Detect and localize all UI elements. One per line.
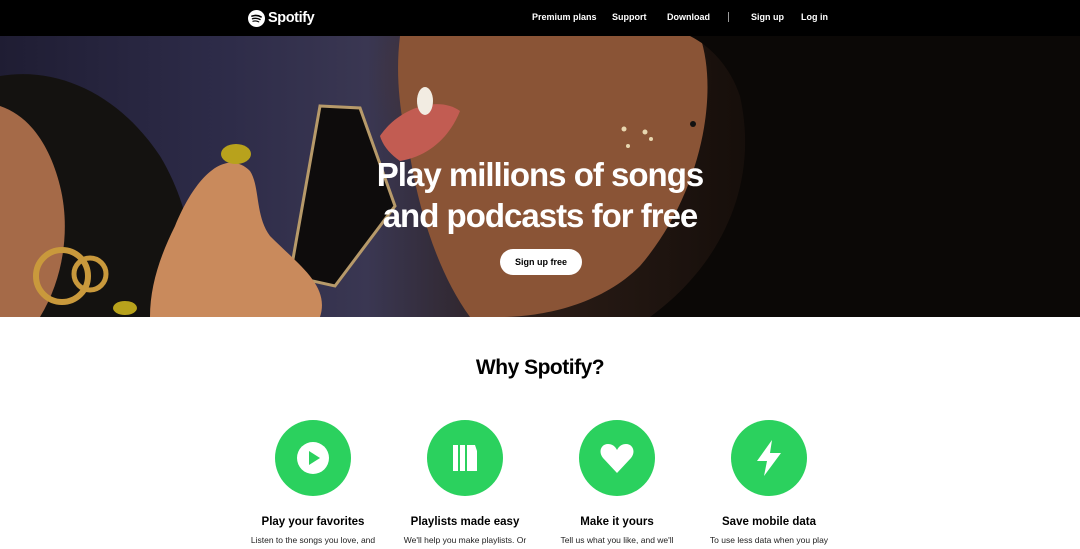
top-nav: Spotify Premium plans Support Download S… (0, 0, 1080, 36)
nav-link-premium-plans[interactable]: Premium plans (532, 12, 597, 22)
why-spotify-heading: Why Spotify? (475, 356, 605, 379)
feature-title: Make it yours (580, 516, 654, 528)
nav-divider (728, 12, 729, 22)
feature-description: Tell us what you like, and we'll (560, 535, 674, 545)
feature-play-favorites: Play your favorites Listen to the songs … (238, 420, 388, 545)
spotify-logo[interactable]: Spotify (248, 9, 315, 27)
feature-description: Listen to the songs you love, and (250, 535, 376, 545)
brand-name: Spotify (268, 10, 315, 26)
nav-link-log-in[interactable]: Log in (801, 12, 828, 22)
feature-description: To use less data when you play (709, 535, 829, 545)
feature-title: Play your favorites (261, 516, 365, 528)
hero-title-line-2: and podcasts for free (382, 197, 699, 234)
hero-title-line-1: Play millions of songs (376, 156, 704, 193)
feature-save-data: Save mobile data To use less data when y… (694, 420, 844, 545)
feature-make-it-yours: Make it yours Tell us what you like, and… (542, 420, 692, 545)
nav-link-support[interactable]: Support (612, 12, 647, 22)
feature-title: Save mobile data (722, 516, 816, 528)
nav-link-sign-up[interactable]: Sign up (751, 12, 784, 22)
sign-up-free-button[interactable]: Sign up free (500, 249, 582, 275)
nav-link-download[interactable]: Download (667, 12, 710, 22)
heart-icon (579, 420, 655, 496)
spotify-logo-icon (248, 9, 265, 27)
library-icon (427, 420, 503, 496)
feature-description: We'll help you make playlists. Or (403, 535, 527, 545)
hero-banner: Play millions of songs and podcasts for … (0, 36, 1080, 317)
hero-title: Play millions of songs and podcasts for … (0, 154, 1080, 236)
feature-title: Playlists made easy (410, 516, 520, 528)
play-icon (275, 420, 351, 496)
lightning-icon (731, 420, 807, 496)
feature-playlists: Playlists made easy We'll help you make … (390, 420, 540, 545)
